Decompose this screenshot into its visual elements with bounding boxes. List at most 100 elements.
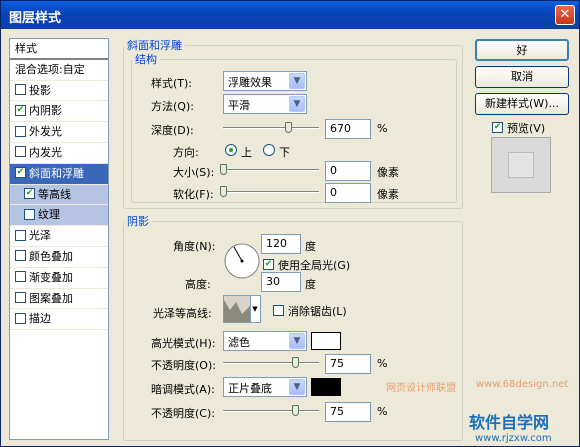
sidebar-item-label: 图案叠加: [29, 291, 73, 305]
angle-label: 角度(N):: [173, 240, 216, 253]
sidebar-item-label: 内发光: [29, 145, 62, 159]
slider-thumb[interactable]: [285, 122, 293, 133]
dialog-title: 图层样式: [9, 11, 62, 26]
shadow-mode-label: 暗调模式(A):: [151, 383, 215, 396]
slider-thumb[interactable]: [292, 357, 299, 368]
sidebar-item-label: 描边: [29, 312, 51, 326]
style-list-header: 样式: [10, 39, 108, 60]
watermark-brand: 软件自学网: [469, 413, 550, 432]
soften-label: 软化(F):: [173, 188, 214, 201]
style-checkbox[interactable]: ✔: [15, 167, 26, 179]
style-checkbox[interactable]: ✔: [15, 104, 26, 116]
style-checkbox[interactable]: [24, 208, 35, 220]
shadow-opacity-slider[interactable]: [223, 405, 319, 416]
sidebar-item-label: 斜面和浮雕: [29, 166, 84, 180]
ok-button[interactable]: 好: [475, 39, 569, 61]
sidebar-item-label: 颜色叠加: [29, 249, 73, 263]
style-label: 样式(T):: [151, 77, 193, 90]
slider-track: [223, 362, 319, 364]
chevron-down-icon[interactable]: ▼: [289, 73, 305, 89]
slider-track: [223, 191, 319, 193]
shadow-opacity-input[interactable]: 75: [325, 402, 371, 422]
depth-input[interactable]: 670: [325, 119, 371, 139]
highlight-mode-label: 高光模式(H):: [151, 337, 216, 350]
sidebar-item[interactable]: 外发光: [10, 122, 108, 143]
chevron-down-icon[interactable]: ▼: [289, 96, 305, 112]
altitude-input[interactable]: 30: [261, 272, 301, 292]
sidebar-item[interactable]: 纹理: [10, 205, 108, 227]
preview-checkbox[interactable]: ✔: [492, 122, 503, 133]
highlight-color-swatch[interactable]: [311, 332, 341, 350]
highlight-mode-select[interactable]: 滤色 ▼: [223, 331, 307, 351]
depth-unit: %: [377, 122, 388, 135]
preview-thumbnail: [491, 137, 551, 193]
angle-unit: 度: [305, 240, 316, 253]
angle-input[interactable]: 120: [261, 234, 301, 254]
sidebar-item[interactable]: 光泽: [10, 226, 108, 247]
technique-label: 方法(Q):: [151, 100, 194, 113]
blending-options-item[interactable]: 混合选项:自定: [10, 60, 108, 81]
direction-down-radio[interactable]: [263, 144, 275, 156]
sidebar-item[interactable]: 投影: [10, 81, 108, 102]
soften-slider[interactable]: [220, 186, 319, 197]
shadow-mode-value: 正片叠底: [228, 382, 272, 395]
sidebar-item[interactable]: 颜色叠加: [10, 247, 108, 268]
style-select[interactable]: 浮雕效果 ▼: [223, 71, 307, 91]
direction-up-radio[interactable]: [225, 144, 237, 156]
technique-select[interactable]: 平滑 ▼: [223, 94, 307, 114]
slider-thumb[interactable]: [292, 405, 299, 416]
close-icon[interactable]: ✕: [555, 5, 575, 25]
shadow-opacity-unit: %: [377, 405, 388, 418]
sidebar-item[interactable]: 图案叠加: [10, 289, 108, 310]
global-light-checkbox[interactable]: ✔: [263, 259, 274, 270]
style-checkbox[interactable]: [15, 312, 26, 324]
style-checkbox[interactable]: ✔: [24, 188, 35, 200]
style-checkbox[interactable]: [15, 146, 26, 158]
preview-label: 预览(V): [507, 122, 546, 135]
chevron-down-icon[interactable]: ▼: [289, 379, 305, 395]
watermark-brand-url: www.rjzxw.com: [475, 433, 552, 444]
sidebar-item-label: 渐变叠加: [29, 270, 73, 284]
slider-track: [223, 410, 319, 412]
sidebar-item[interactable]: ✔ 内阴影: [10, 101, 108, 123]
shadow-color-swatch[interactable]: [311, 378, 341, 396]
altitude-unit: 度: [305, 278, 316, 291]
style-checkbox[interactable]: [15, 292, 26, 304]
depth-slider[interactable]: [223, 122, 319, 133]
antialias-checkbox[interactable]: [273, 305, 284, 316]
style-select-value: 浮雕效果: [228, 76, 272, 89]
angle-dial-icon[interactable]: [223, 242, 261, 280]
highlight-opacity-slider[interactable]: [223, 357, 319, 368]
slider-track: [223, 127, 319, 129]
size-slider[interactable]: [220, 164, 319, 175]
size-unit: 像素: [377, 166, 399, 179]
sidebar-item[interactable]: 描边: [10, 309, 108, 331]
gloss-contour-icon[interactable]: ▼: [223, 295, 261, 323]
direction-up-label: 上: [241, 146, 252, 159]
chevron-down-icon[interactable]: ▼: [289, 333, 305, 349]
style-checkbox[interactable]: [15, 271, 26, 283]
style-checkbox[interactable]: [15, 229, 26, 241]
soften-unit: 像素: [377, 188, 399, 201]
shading-legend: 阴影: [127, 215, 149, 228]
chevron-down-icon[interactable]: ▼: [250, 296, 259, 322]
style-checkbox[interactable]: [15, 125, 26, 137]
soften-input[interactable]: 0: [325, 183, 371, 203]
depth-label: 深度(D):: [151, 124, 194, 137]
slider-thumb[interactable]: [220, 164, 227, 175]
style-checkbox[interactable]: [15, 84, 26, 96]
new-style-button[interactable]: 新建样式(W)...: [475, 93, 569, 115]
shadow-mode-select[interactable]: 正片叠底 ▼: [223, 377, 307, 397]
highlight-opacity-input[interactable]: 75: [325, 354, 371, 374]
cancel-button[interactable]: 取消: [475, 66, 569, 88]
size-input[interactable]: 0: [325, 161, 371, 181]
sidebar-item[interactable]: 渐变叠加: [10, 268, 108, 289]
sidebar-item[interactable]: 内发光: [10, 143, 108, 164]
slider-thumb[interactable]: [220, 186, 227, 197]
slider-track: [223, 169, 319, 171]
style-checkbox[interactable]: [15, 250, 26, 262]
sidebar-item[interactable]: ✔ 斜面和浮雕: [10, 163, 108, 185]
sidebar-item[interactable]: ✔ 等高线: [10, 184, 108, 206]
highlight-opacity-label: 不透明度(O):: [151, 359, 216, 372]
structure-legend: 结构: [135, 53, 157, 66]
